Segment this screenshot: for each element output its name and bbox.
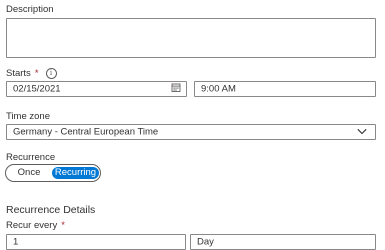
recur-every-value: 1 — [13, 236, 19, 248]
recurrence-option-recurring[interactable]: Recurring — [52, 167, 99, 179]
required-mark: * — [34, 68, 39, 79]
recur-every-label-text: Recur every — [6, 220, 58, 231]
recur-every-label: Recur every * — [6, 220, 65, 231]
recur-every-input[interactable]: 1 — [6, 234, 186, 250]
calendar-icon[interactable] — [171, 83, 181, 96]
chevron-down-icon — [357, 127, 367, 138]
start-date-input[interactable]: 02/15/2021 — [6, 81, 187, 97]
starts-label-text: Starts — [6, 68, 31, 79]
recurrence-option-once[interactable]: Once — [9, 167, 49, 179]
info-icon[interactable]: i — [45, 68, 57, 79]
recur-unit-value: Day — [197, 236, 214, 248]
start-date-value: 02/15/2021 — [13, 83, 61, 95]
timezone-label: Time zone — [6, 111, 50, 122]
recur-unit-select[interactable]: Day — [190, 234, 376, 250]
description-textarea[interactable] — [6, 18, 376, 58]
starts-label: Starts * i — [6, 68, 57, 79]
required-mark: * — [61, 220, 65, 231]
start-time-input[interactable]: 9:00 AM — [194, 81, 376, 97]
recurrence-label: Recurrence — [6, 152, 56, 163]
description-label: Description — [6, 4, 54, 15]
timezone-value: Germany - Central European Time — [13, 126, 159, 138]
recurrence-details-heading: Recurrence Details — [6, 204, 96, 216]
timezone-select[interactable]: Germany - Central European Time — [6, 124, 376, 140]
recurrence-toggle[interactable]: Once Recurring — [5, 164, 101, 182]
start-time-value: 9:00 AM — [201, 83, 236, 95]
